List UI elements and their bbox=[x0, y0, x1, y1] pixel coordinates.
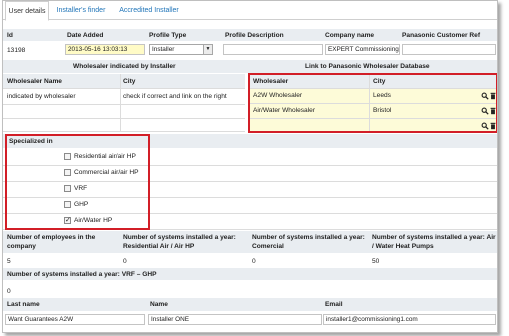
company-name-field[interactable]: EXPERT Commissioning bbox=[325, 44, 400, 55]
stats-header-employees: Number of employees in the company bbox=[7, 234, 96, 250]
header-date-added: Date Added bbox=[67, 32, 104, 39]
header-company-name: Company name bbox=[325, 32, 375, 39]
wholesaler-name-header: Wholesaler Name bbox=[7, 78, 62, 85]
wholesaler-left-title: Wholesaler indicated by Installer bbox=[73, 63, 176, 70]
wholesaler-city-value: check if correct and link on the right bbox=[123, 93, 227, 100]
tab-accredited-installer[interactable]: Accredited Installer bbox=[115, 1, 183, 20]
profile-description-field[interactable] bbox=[223, 44, 323, 55]
contact-last-name-header: Last name bbox=[7, 301, 40, 308]
stats-air-water-value: 50 bbox=[372, 258, 380, 265]
stats-header-residential: Number of systems installed a year: Resi… bbox=[123, 234, 236, 250]
header-customer-ref: Panasonic Customer Ref bbox=[402, 32, 481, 39]
stats-employees-value: 5 bbox=[7, 258, 11, 265]
tab-installers-finder[interactable]: Installer's finder bbox=[51, 1, 111, 20]
wholesaler-right-title: Link to Panasonic Wholesaler Database bbox=[305, 63, 430, 70]
stats-header-commercial: Number of systems installed a year: Come… bbox=[252, 234, 365, 250]
stats-residential-value: 0 bbox=[123, 258, 127, 265]
linked-wholesaler-highlight bbox=[248, 73, 497, 133]
header-profile-description: Profile Description bbox=[225, 32, 284, 39]
profile-type-select[interactable]: Installer ▼ bbox=[149, 44, 213, 55]
header-profile-type: Profile Type bbox=[149, 32, 187, 39]
wholesaler-city-header: City bbox=[123, 78, 136, 85]
contact-email-header: Email bbox=[325, 301, 343, 308]
stats-commercial-value: 0 bbox=[252, 258, 256, 265]
chevron-down-icon[interactable]: ▼ bbox=[203, 45, 212, 54]
stats-vrf-value: 0 bbox=[7, 288, 11, 295]
last-name-field[interactable]: Want Guarantees A2W bbox=[5, 314, 145, 325]
contact-header-band bbox=[3, 298, 497, 311]
tab-bar: User details Installer's finder Accredit… bbox=[3, 1, 497, 21]
user-id-value: 13198 bbox=[7, 47, 26, 54]
contact-name-header: Name bbox=[150, 301, 168, 308]
user-details-window: User details Installer's finder Accredit… bbox=[2, 0, 498, 333]
header-id: Id bbox=[7, 32, 13, 39]
stats-header-air-water: Number of systems installed a year: Air … bbox=[372, 234, 496, 250]
profile-type-value: Installer bbox=[152, 46, 175, 53]
name-field[interactable]: Installer ONE bbox=[148, 314, 322, 325]
customer-ref-field[interactable] bbox=[402, 44, 496, 55]
tab-user-details[interactable]: User details bbox=[5, 1, 49, 21]
specialized-highlight bbox=[5, 134, 150, 230]
stats-vrf-header: Number of systems installed a year: VRF … bbox=[7, 271, 157, 278]
wholesaler-name-value: indicated by wholesaler bbox=[7, 93, 76, 100]
email-field[interactable]: installer1@commissioning1.com bbox=[323, 314, 496, 325]
date-added-field[interactable]: 2013-05-16 13:03:13 bbox=[65, 44, 145, 55]
